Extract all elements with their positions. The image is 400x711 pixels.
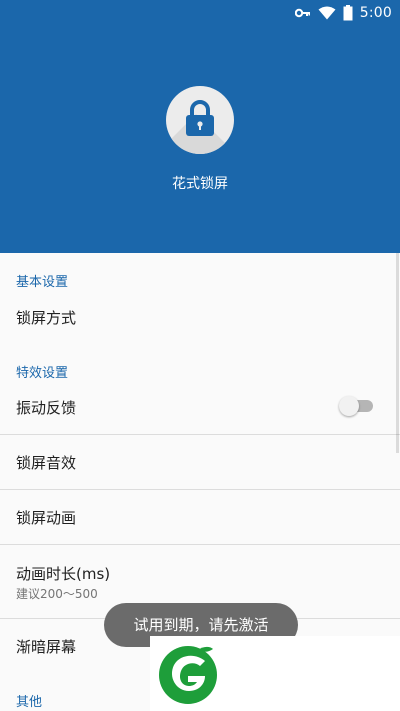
setting-item-lock-mode[interactable]: 锁屏方式 <box>0 295 400 335</box>
wifi-icon <box>318 6 336 20</box>
app-header: 5:00 花式锁屏 <box>0 0 400 253</box>
section-title-other: 其他 <box>16 695 43 710</box>
app-logo <box>166 86 234 154</box>
app-title: 花式锁屏 <box>172 176 228 192</box>
setting-label: 动画时长(ms) <box>16 565 111 583</box>
setting-label: 锁屏方式 <box>16 309 77 327</box>
section-title-basic: 基本设置 <box>16 275 69 290</box>
setting-item-sound[interactable]: 锁屏音效 <box>0 435 400 490</box>
section-title-effects: 特效设置 <box>16 366 69 381</box>
setting-label: 振动反馈 <box>16 399 77 417</box>
setting-label: 锁屏音效 <box>16 454 77 472</box>
status-bar: 5:00 <box>294 3 392 23</box>
setting-hint: 建议200～500 <box>16 587 98 601</box>
green-leaf-logo-icon <box>159 646 217 704</box>
toggle-thumb <box>339 396 359 416</box>
key-icon <box>294 8 311 18</box>
scrollbar[interactable] <box>396 253 399 453</box>
lock-icon <box>186 100 214 136</box>
setting-label: 锁屏动画 <box>16 509 77 527</box>
vibration-toggle[interactable] <box>339 396 375 416</box>
watermark-logo <box>150 636 400 711</box>
setting-item-animation[interactable]: 锁屏动画 <box>0 490 400 545</box>
battery-icon <box>343 5 353 21</box>
setting-label: 渐暗屏幕 <box>16 638 77 656</box>
status-time: 5:00 <box>359 5 392 21</box>
settings-screen: 5:00 花式锁屏 基本设置 锁屏方式 特效设置 振动反馈 锁屏音效 锁屏动画 … <box>0 0 400 711</box>
